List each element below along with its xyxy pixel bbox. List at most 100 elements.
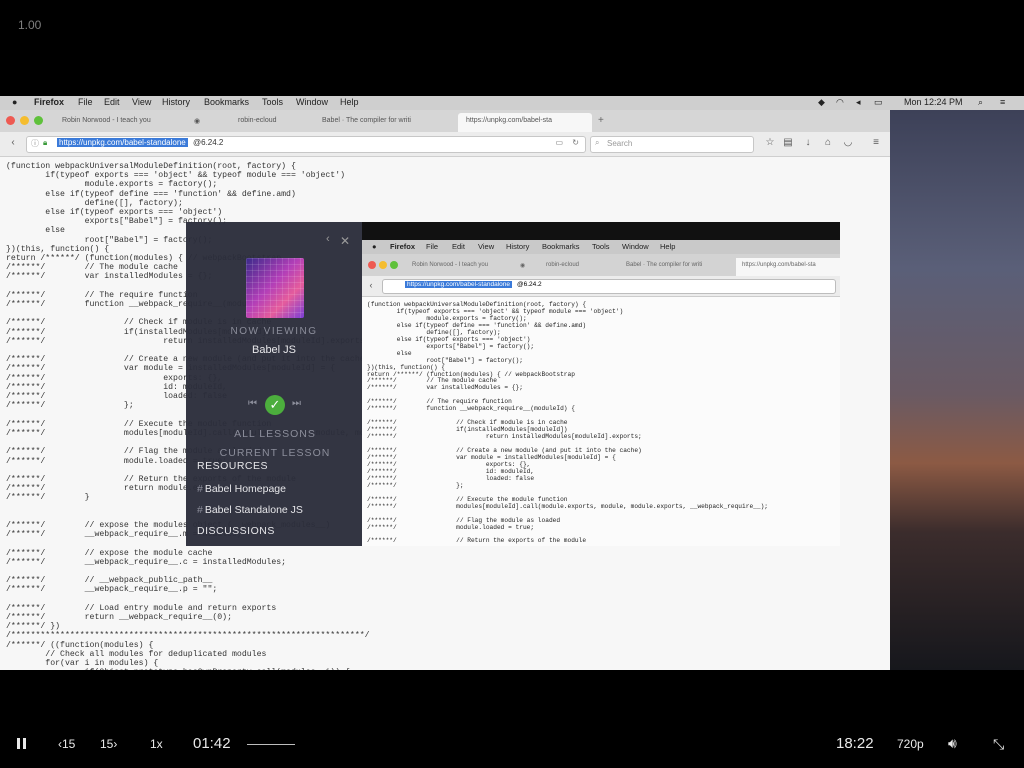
battery-icon: ▭ <box>874 97 883 107</box>
menu-hamburger-icon: ≡ <box>873 137 879 148</box>
resource-link-label: Babel Homepage <box>204 483 286 495</box>
code-line: /******/ __webpack_require__.p = ""; <box>6 585 218 595</box>
pause-icon-bar <box>23 738 26 749</box>
resource-link-babel-standalone[interactable]: # Babel Standalone JS <box>197 504 303 516</box>
code-line: for(var i in modules) { <box>6 658 159 668</box>
course-cover-image <box>246 258 304 318</box>
discussions-header[interactable]: DISCUSSIONS <box>197 525 275 537</box>
browser-tab: robin-ecloud <box>238 117 277 124</box>
home-icon: ⌂ <box>824 137 832 148</box>
wifi-icon: ◠ <box>836 97 844 107</box>
menu-tools: Tools <box>592 242 610 251</box>
code-line: module.exports = factory(); <box>6 180 218 190</box>
thumbnail-source-code: (function webpackUniversalModuleDefiniti… <box>367 301 837 546</box>
menu-view: View <box>132 97 152 107</box>
resources-header: RESOURCES <box>197 460 269 472</box>
volume-button[interactable]: 🔊︎ <box>948 735 957 752</box>
github-icon: ◉ <box>194 118 201 125</box>
quality-button[interactable]: 720p <box>897 737 924 751</box>
mac-menubar: ● Firefox File Edit View History Bookmar… <box>0 96 1024 110</box>
current-time: 01:42 <box>193 735 231 752</box>
exit-fullscreen-button[interactable]: ⤡ <box>993 736 1004 753</box>
reload-icon: ↻ <box>572 138 579 147</box>
minimize-window-icon <box>20 116 29 125</box>
menu-history: History <box>506 242 530 251</box>
previous-lesson-icon[interactable]: ⏮ <box>248 398 257 409</box>
browser-tab: Babel · The compiler for writi <box>626 262 703 268</box>
browser-tab-active: https://unpkg.com/babel-sta <box>736 258 840 276</box>
next-lesson-icon[interactable]: ⏭ <box>292 398 301 409</box>
menu-edit: Edit <box>452 242 465 251</box>
browser-tab: Robin Norwood - I teach you <box>412 262 489 268</box>
menu-bookmarks: Bookmarks <box>542 242 580 251</box>
zoom-window-icon <box>34 116 43 125</box>
thumbnail-tabstrip: Robin Norwood - I teach you ◉ robin-eclo… <box>362 254 840 276</box>
search-bar: ⌕ Search <box>590 136 754 153</box>
back-icon: ‹ <box>11 137 15 148</box>
menu-bookmarks: Bookmarks <box>204 97 250 107</box>
menubar-app-name: Firefox <box>390 242 416 251</box>
search-placeholder: Search <box>607 139 633 148</box>
all-lessons-tab[interactable]: ALL LESSONS <box>186 428 364 440</box>
skip-forward-button[interactable]: 15› <box>100 737 117 751</box>
address-bar: ⓘ 🔒︎ https://unpkg.com/babel-standalone … <box>26 136 586 153</box>
menu-help: Help <box>660 242 676 251</box>
progress-timeline[interactable] <box>247 744 295 745</box>
lesson-complete-check-icon[interactable]: ✓ <box>265 395 285 415</box>
desktop-wallpaper <box>884 96 1024 670</box>
volume-icon: 🔊︎ <box>948 735 957 751</box>
apple-icon: ● <box>372 242 377 251</box>
url-selected-text: https://unpkg.com/babel-standalone <box>405 281 512 288</box>
close-panel-icon[interactable]: ✕ <box>340 234 350 248</box>
current-lesson-tab[interactable]: CURRENT LESSON <box>186 447 364 459</box>
github-icon: ◉ <box>520 263 526 269</box>
playback-speed-button[interactable]: 1x <box>150 737 163 751</box>
video-thumbnail-preview[interactable]: ● Firefox File Edit View History Bookmar… <box>362 222 840 546</box>
skip-back-button[interactable]: ‹15 <box>58 737 75 751</box>
browser-tab: robin-ecloud <box>546 262 580 268</box>
menu-window: Window <box>622 242 649 251</box>
bookmark-star-icon: ☆ <box>765 137 775 148</box>
code-line: /******/ module.loaded = true; <box>367 523 535 531</box>
resource-link-babel-homepage[interactable]: # Babel Homepage <box>197 483 286 495</box>
thumbnail-menubar: ● Firefox File Edit View History Bookmar… <box>362 240 840 254</box>
duration-time: 18:22 <box>836 735 874 752</box>
pause-button[interactable] <box>14 736 30 752</box>
code-line: (function webpackUniversalModuleDefiniti… <box>6 162 296 171</box>
player-control-bar <box>0 670 1024 768</box>
back-icon: ‹ <box>369 280 373 290</box>
resource-link-label: Babel Standalone JS <box>204 504 303 516</box>
code-line: /******/ function __webpack_require__(mo… <box>367 405 575 413</box>
code-line: /******/ ((function(modules) { <box>6 640 154 650</box>
url-selected-text: https://unpkg.com/babel-standalone <box>57 138 188 147</box>
code-line: /******/ return __webpack_require__(0); <box>6 612 233 622</box>
thumbnail-toolbar: ‹ https://unpkg.com/babel-standalone @6.… <box>362 276 840 297</box>
info-icon: ⓘ <box>31 139 39 148</box>
skip-back-seconds: 15 <box>62 737 76 751</box>
collapse-panel-icon[interactable]: ‹ <box>326 233 330 245</box>
reader-view-icon: ▭ <box>555 138 563 147</box>
code-line: /******/ }) <box>6 622 61 632</box>
link-hash: # <box>197 483 203 495</box>
menu-tools: Tools <box>262 97 284 107</box>
exit-fullscreen-icon: ⤡ <box>993 736 1005 752</box>
skip-forward-icon: › <box>113 737 118 751</box>
code-line: // Check all modules for deduplicated mo… <box>6 649 267 659</box>
lock-icon: 🔒︎ <box>43 138 48 147</box>
code-line: exports["Babel"] = factory(); <box>367 342 535 350</box>
github-tab: ◉ <box>186 113 226 132</box>
code-line: /******/ return installedModules[moduleI… <box>367 433 642 441</box>
code-line: /******/ // __webpack_public_path__ <box>6 576 213 586</box>
minimize-window-icon <box>379 261 387 269</box>
firefox-toolbar: ‹ ⓘ 🔒︎ https://unpkg.com/babel-standalon… <box>0 132 890 157</box>
code-line: /******/ // Load entry module and return… <box>6 603 277 613</box>
pocket-icon: ◡ <box>843 137 853 148</box>
browser-tab: Babel · The compiler for writi <box>322 117 411 124</box>
zoom-window-icon <box>390 261 398 269</box>
url-rest-text: @6.24.2 <box>517 281 542 288</box>
thumbnail-top-bar <box>362 222 840 240</box>
pause-icon <box>17 738 20 749</box>
apple-icon: ● <box>12 97 18 107</box>
